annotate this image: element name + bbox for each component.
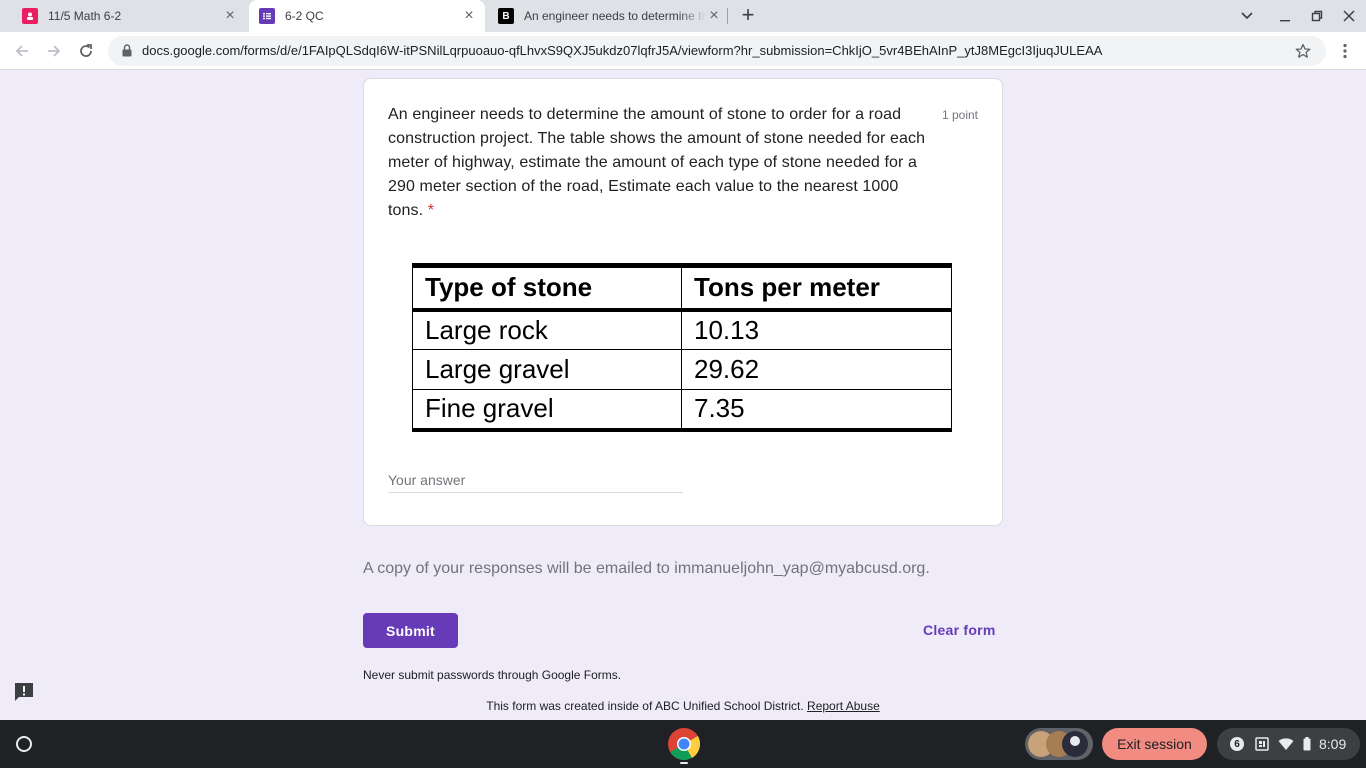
stone-table-image: Type of stone Tons per meter Large rock … — [412, 263, 952, 432]
question-text: An engineer needs to determine the amoun… — [388, 103, 938, 223]
minimize-icon[interactable] — [1268, 0, 1302, 32]
holding-space-avatars[interactable] — [1025, 728, 1093, 760]
points-label: 1 point — [941, 108, 978, 122]
lock-icon[interactable] — [122, 44, 132, 62]
new-tab-button[interactable]: + — [737, 4, 759, 28]
clipboard-icon — [1255, 728, 1269, 760]
back-arrow-icon[interactable] — [10, 39, 34, 63]
status-tray[interactable]: 6 8:09 — [1217, 728, 1360, 760]
forward-arrow-icon[interactable] — [42, 39, 66, 63]
forms-icon — [259, 8, 275, 24]
os-shelf: Exit session 6 8:09 — [0, 720, 1366, 768]
table-cell: Large rock — [412, 309, 682, 350]
table-cell: Large gravel — [412, 349, 682, 390]
tab-title: 11/5 Math 6-2 — [48, 9, 122, 23]
table-cell: 10.13 — [681, 309, 952, 350]
tab-title: An engineer needs to determine th — [524, 9, 706, 23]
battery-icon — [1303, 728, 1311, 760]
header-type-of-stone: Type of stone — [412, 263, 682, 312]
close-tab-icon[interactable]: × — [706, 8, 722, 24]
table-cell: 7.35 — [681, 389, 952, 432]
reload-icon[interactable] — [74, 39, 98, 63]
bookmark-star-icon[interactable] — [1295, 43, 1311, 64]
required-marker: * — [427, 202, 435, 219]
feedback-icon[interactable] — [13, 682, 35, 702]
url-text[interactable]: docs.google.com/forms/d/e/1FAIpQLSdqI6W-… — [142, 43, 1282, 58]
tab-brainly[interactable]: B An engineer needs to determine th × — [488, 0, 728, 32]
tab-separator — [727, 8, 728, 24]
created-text: This form was created inside of ABC Unif… — [486, 699, 804, 713]
tab-6-2-qc[interactable]: 6-2 QC × — [249, 0, 485, 32]
report-abuse-link[interactable]: Report Abuse — [807, 699, 880, 713]
menu-kebab-icon[interactable] — [1333, 39, 1357, 63]
table-cell: 29.62 — [681, 349, 952, 390]
active-app-indicator — [680, 762, 688, 764]
close-tab-icon[interactable]: × — [222, 8, 238, 24]
tab-search-icon[interactable] — [1230, 0, 1264, 32]
table-row: Large rock 10.13 — [412, 309, 952, 350]
stone-table: Type of stone Tons per meter Large rock … — [412, 263, 952, 432]
answer-input[interactable]: Your answer — [388, 471, 683, 493]
table-row: Fine gravel 7.35 — [412, 389, 952, 432]
tab-math-6-2[interactable]: 11/5 Math 6-2 × — [4, 0, 244, 32]
launcher-icon[interactable] — [9, 729, 39, 759]
address-bar[interactable]: docs.google.com/forms/d/e/1FAIpQLSdqI6W-… — [108, 36, 1326, 66]
classroom-icon — [22, 8, 38, 24]
table-header-row: Type of stone Tons per meter — [412, 263, 952, 312]
brainly-icon: B — [498, 8, 514, 24]
clear-form-button[interactable]: Clear form — [923, 622, 996, 638]
clock-time: 8:09 — [1319, 736, 1347, 752]
header-tons-per-meter: Tons per meter — [681, 263, 952, 312]
created-note: This form was created inside of ABC Unif… — [0, 699, 1366, 713]
restore-icon[interactable] — [1300, 0, 1334, 32]
chrome-icon[interactable] — [667, 727, 701, 761]
table-cell: Fine gravel — [412, 389, 682, 432]
tab-strip: 11/5 Math 6-2 × 6-2 QC × B An engineer n… — [0, 0, 1366, 32]
question-card: An engineer needs to determine the amoun… — [363, 78, 1003, 526]
email-copy-note: A copy of your responses will be emailed… — [363, 560, 930, 577]
tab-title: 6-2 QC — [285, 9, 324, 23]
submit-button[interactable]: Submit — [363, 613, 458, 648]
notification-badge[interactable]: 6 — [1230, 728, 1244, 760]
close-window-icon[interactable] — [1332, 0, 1366, 32]
wifi-icon — [1278, 728, 1294, 760]
exit-session-button[interactable]: Exit session — [1102, 728, 1207, 760]
table-row: Large gravel 29.62 — [412, 349, 952, 390]
notification-count: 6 — [1230, 737, 1244, 751]
close-tab-icon[interactable]: × — [461, 8, 477, 24]
browser-toolbar: docs.google.com/forms/d/e/1FAIpQLSdqI6W-… — [0, 32, 1366, 70]
question-body: An engineer needs to determine the amoun… — [388, 106, 926, 219]
password-warning: Never submit passwords through Google Fo… — [363, 668, 622, 682]
